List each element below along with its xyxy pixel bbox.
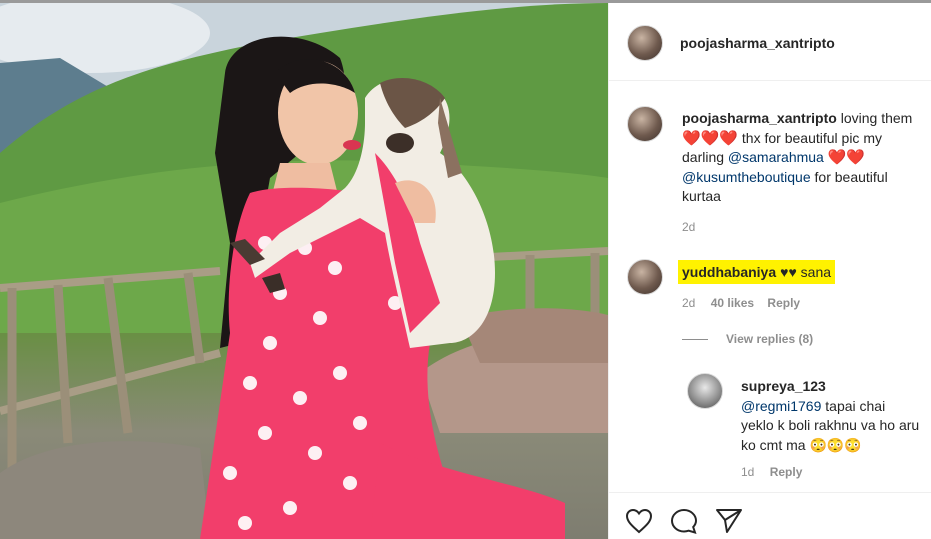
reply-text: supreya_123 @regmi1769 tapai chai yeklo …: [741, 377, 921, 455]
comment-bubble-icon[interactable]: [670, 508, 698, 534]
comment-reply-button[interactable]: Reply: [767, 296, 800, 310]
comment-timestamp[interactable]: 2d: [682, 296, 695, 310]
reply-meta: 1d Reply: [741, 465, 802, 479]
author-username[interactable]: poojasharma_xantripto: [680, 35, 835, 51]
caption-hearts-1: ❤️❤️❤️: [682, 129, 739, 147]
post-photo-illustration: [0, 3, 608, 539]
caption-username[interactable]: poojasharma_xantripto: [682, 110, 837, 126]
reply-emojis: 😳😳😳: [809, 436, 862, 453]
caption-hearts-2: ❤️❤️: [827, 149, 866, 166]
comment-text: ♥♥ sana: [780, 264, 832, 280]
caption-timestamp[interactable]: 2d: [682, 220, 695, 234]
heart-outline-icon[interactable]: [625, 508, 653, 534]
caption-mention-1[interactable]: @samarahmua: [728, 149, 824, 165]
caption-mention-2[interactable]: @kusumtheboutique: [682, 169, 811, 185]
view-replies-button[interactable]: View replies (8): [726, 332, 813, 346]
header-divider: [609, 80, 931, 81]
comment-highlight: yuddhabaniya ♥♥ sana: [678, 260, 836, 284]
paper-plane-icon[interactable]: [714, 507, 744, 535]
reply-avatar[interactable]: [687, 373, 723, 409]
reply-timestamp[interactable]: 1d: [741, 465, 754, 479]
reply-mention[interactable]: @regmi1769: [741, 398, 821, 414]
reply-username[interactable]: supreya_123: [741, 378, 826, 394]
caption-text: poojasharma_xantripto loving them ❤️❤️❤️…: [682, 109, 922, 207]
post-image[interactable]: [0, 3, 608, 539]
caption-avatar[interactable]: [627, 106, 663, 142]
author-avatar[interactable]: [627, 25, 663, 61]
caption-text-1: loving them: [840, 110, 913, 126]
actions-divider: [609, 492, 931, 493]
comment-avatar[interactable]: [627, 259, 663, 295]
view-replies-line: [682, 339, 708, 340]
comment-meta: 2d 40 likes Reply: [682, 296, 800, 310]
comment-username[interactable]: yuddhabaniya: [682, 264, 776, 280]
reply-reply-button[interactable]: Reply: [770, 465, 803, 479]
comments-panel: poojasharma_xantripto poojasharma_xantri…: [608, 3, 931, 539]
comment-likes[interactable]: 40 likes: [711, 296, 754, 310]
